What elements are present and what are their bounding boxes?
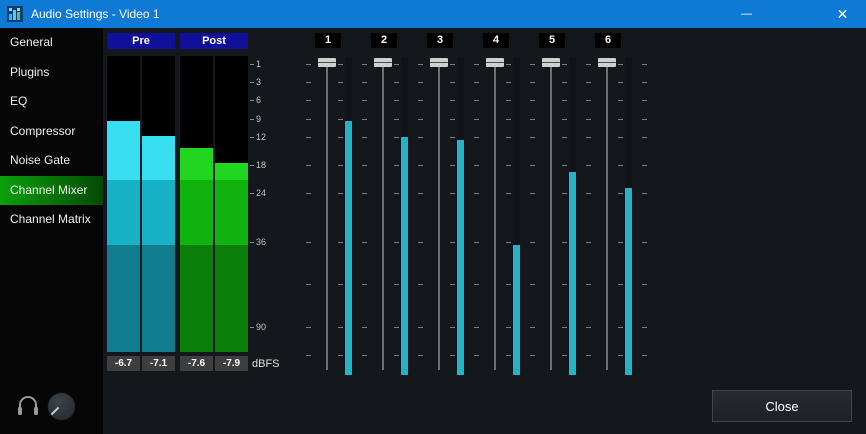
scale-label: 24 — [250, 188, 266, 198]
tick-marks — [642, 58, 647, 375]
scale-label: 18 — [250, 160, 266, 170]
scale-label: 36 — [250, 237, 266, 247]
meter-value-post-1: -7.6 — [180, 356, 213, 371]
sidebar-item-general[interactable]: General — [0, 28, 103, 58]
channel-2-label: 2 — [371, 33, 397, 48]
monitor-volume-knob[interactable] — [47, 392, 76, 421]
fader-track[interactable] — [382, 62, 384, 370]
fader-handle[interactable] — [374, 58, 392, 67]
tick-marks — [618, 58, 623, 375]
channel-3-label: 3 — [427, 33, 453, 48]
post-meter-2 — [215, 56, 248, 352]
tick-marks — [506, 58, 511, 375]
tick-marks — [418, 58, 423, 375]
channel-4-label: 4 — [483, 33, 509, 48]
scale-label: 1 — [250, 59, 261, 69]
tick-marks — [394, 58, 399, 375]
titlebar: Audio Settings - Video 1 — ✕ — [0, 0, 866, 28]
channel-level-meter — [457, 58, 464, 375]
channel-5-strip — [524, 58, 580, 375]
minimize-button[interactable]: — — [723, 0, 770, 28]
fader-handle[interactable] — [542, 58, 560, 67]
sidebar-item-noise-gate[interactable]: Noise Gate — [0, 146, 103, 176]
channel-3-strip — [412, 58, 468, 375]
dbfs-label: dBFS — [252, 357, 280, 372]
tick-marks — [530, 58, 535, 375]
tick-marks — [450, 58, 455, 375]
channel-5-label: 5 — [539, 33, 565, 48]
channel-1-strip — [300, 58, 356, 375]
fader-track[interactable] — [438, 62, 440, 370]
post-meter-label: Post — [180, 33, 248, 49]
tick-marks — [338, 58, 343, 375]
channel-6-label: 6 — [595, 33, 621, 48]
meter-value-pre-1: -6.7 — [107, 356, 140, 371]
fader-handle[interactable] — [430, 58, 448, 67]
audio-settings-window: Audio Settings - Video 1 — ✕ General Plu… — [0, 0, 866, 434]
pre-meter-2 — [142, 56, 175, 352]
sidebar-item-plugins[interactable]: Plugins — [0, 58, 103, 88]
channel-2-strip — [356, 58, 412, 375]
fader-handle[interactable] — [318, 58, 336, 67]
knob-pointer-line — [51, 407, 59, 415]
channel-level-meter — [401, 58, 408, 375]
channel-4-strip — [468, 58, 524, 375]
db-scale: 1 3 6 9 12 18 24 36 90 — [250, 56, 280, 373]
sidebar-item-eq[interactable]: EQ — [0, 87, 103, 117]
pre-meter-1 — [107, 56, 140, 352]
sidebar-item-channel-mixer[interactable]: Channel Mixer — [0, 176, 103, 206]
fader-track[interactable] — [494, 62, 496, 370]
tick-marks — [306, 58, 311, 375]
channel-level-meter — [569, 58, 576, 375]
fader-handle[interactable] — [486, 58, 504, 67]
tick-marks — [474, 58, 479, 375]
fader-track[interactable] — [326, 62, 328, 370]
fader-track[interactable] — [550, 62, 552, 370]
sidebar-item-channel-matrix[interactable]: Channel Matrix — [0, 205, 103, 235]
channel-level-meter — [513, 58, 520, 375]
app-icon — [7, 6, 23, 22]
tick-marks — [562, 58, 567, 375]
tick-marks — [362, 58, 367, 375]
scale-label: 6 — [250, 95, 261, 105]
scale-label: 90 — [250, 322, 266, 332]
close-dialog-button[interactable]: Close — [712, 390, 852, 422]
channel-level-meter — [345, 58, 352, 375]
meter-value-pre-2: -7.1 — [142, 356, 175, 371]
close-window-button[interactable]: ✕ — [819, 0, 866, 28]
sidebar: General Plugins EQ Compressor Noise Gate… — [0, 28, 103, 434]
fader-track[interactable] — [606, 62, 608, 370]
meter-value-post-2: -7.9 — [215, 356, 248, 371]
channel-level-meter — [625, 58, 632, 375]
tick-marks — [586, 58, 591, 375]
channel-1-label: 1 — [315, 33, 341, 48]
pre-meter-label: Pre — [107, 33, 175, 49]
fader-handle[interactable] — [598, 58, 616, 67]
channel-6-strip — [580, 58, 636, 375]
scale-label: 12 — [250, 132, 266, 142]
window-title: Audio Settings - Video 1 — [31, 7, 160, 21]
post-meter-1 — [180, 56, 213, 352]
scale-label: 3 — [250, 77, 261, 87]
sidebar-item-compressor[interactable]: Compressor — [0, 117, 103, 147]
headphones-icon[interactable] — [16, 393, 40, 419]
scale-label: 9 — [250, 114, 261, 124]
